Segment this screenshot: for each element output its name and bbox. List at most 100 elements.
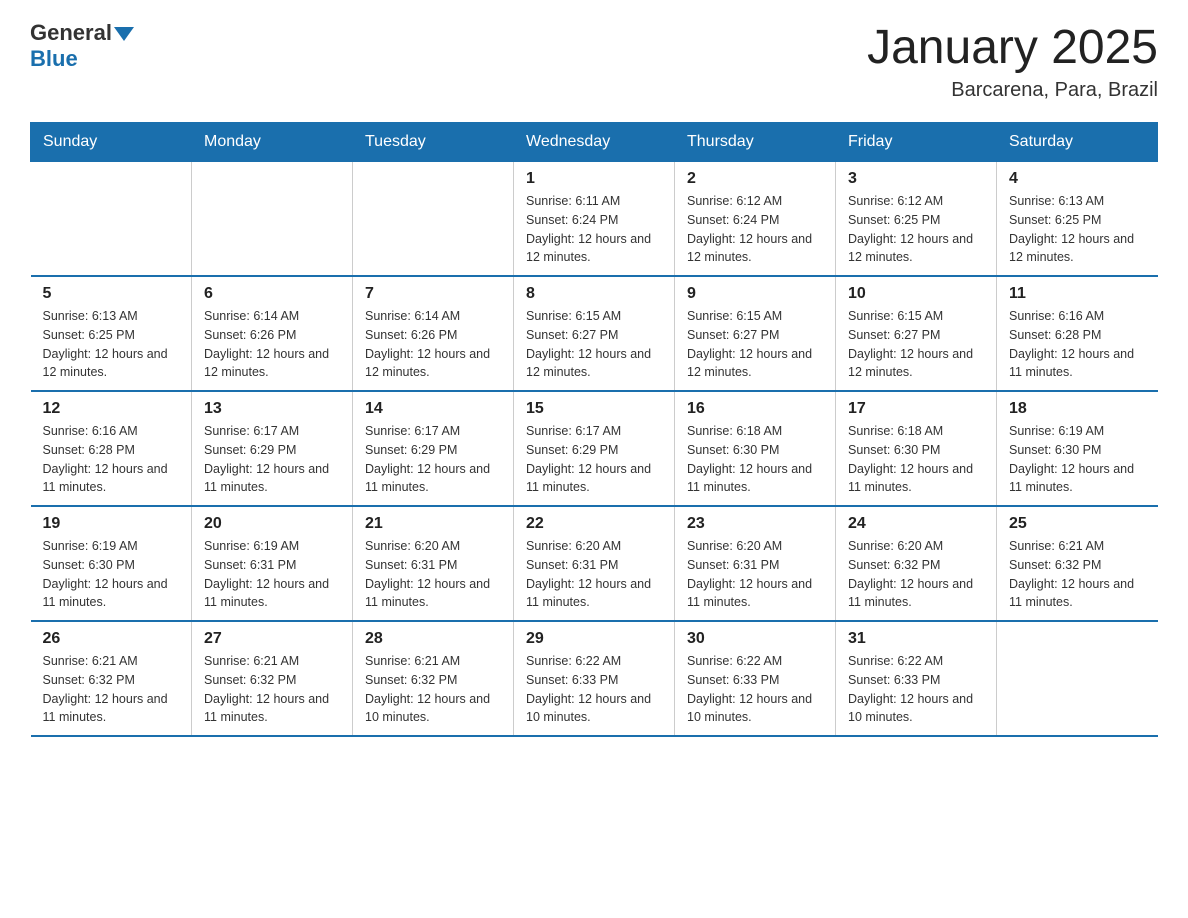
- table-row: 7 Sunrise: 6:14 AMSunset: 6:26 PMDaylight…: [353, 276, 514, 391]
- header-friday: Friday: [836, 123, 997, 162]
- day-number: 2: [687, 170, 823, 188]
- day-info: Sunrise: 6:22 AMSunset: 6:33 PMDaylight:…: [848, 652, 984, 727]
- table-row: 20 Sunrise: 6:19 AMSunset: 6:31 PMDayligh…: [192, 506, 353, 621]
- table-row: 13 Sunrise: 6:17 AMSunset: 6:29 PMDayligh…: [192, 391, 353, 506]
- table-row: [31, 162, 192, 277]
- day-number: 17: [848, 400, 984, 418]
- day-number: 9: [687, 285, 823, 303]
- table-row: 27 Sunrise: 6:21 AMSunset: 6:32 PMDayligh…: [192, 621, 353, 736]
- day-number: 22: [526, 515, 662, 533]
- day-number: 23: [687, 515, 823, 533]
- day-info: Sunrise: 6:13 AMSunset: 6:25 PMDaylight:…: [43, 307, 180, 382]
- day-info: Sunrise: 6:22 AMSunset: 6:33 PMDaylight:…: [687, 652, 823, 727]
- day-number: 14: [365, 400, 501, 418]
- table-row: 14Sunrise: 6:17 AMSunset: 6:29 PMDayligh…: [353, 391, 514, 506]
- day-info: Sunrise: 6:12 AMSunset: 6:25 PMDaylight:…: [848, 192, 984, 267]
- day-number: 31: [848, 630, 984, 648]
- day-info: Sunrise: 6:21 AMSunset: 6:32 PMDaylight:…: [1009, 537, 1146, 612]
- day-number: 18: [1009, 400, 1146, 418]
- table-row: 16 Sunrise: 6:18 AMSunset: 6:30 PMDayligh…: [675, 391, 836, 506]
- logo-blue-text: Blue: [30, 46, 134, 72]
- day-info: Sunrise: 6:20 AMSunset: 6:31 PMDaylight:…: [526, 537, 662, 612]
- calendar-week-row: 26Sunrise: 6:21 AMSunset: 6:32 PMDayligh…: [31, 621, 1158, 736]
- calendar-header-row: Sunday Monday Tuesday Wednesday Thursday…: [31, 123, 1158, 162]
- table-row: 11Sunrise: 6:16 AMSunset: 6:28 PMDayligh…: [997, 276, 1158, 391]
- day-number: 6: [204, 285, 340, 303]
- day-info: Sunrise: 6:14 AMSunset: 6:26 PMDaylight:…: [204, 307, 340, 382]
- logo-triangle-icon: [114, 27, 134, 41]
- day-info: Sunrise: 6:16 AMSunset: 6:28 PMDaylight:…: [43, 422, 180, 497]
- table-row: 19 Sunrise: 6:19 AMSunset: 6:30 PMDayligh…: [31, 506, 192, 621]
- table-row: 17 Sunrise: 6:18 AMSunset: 6:30 PMDayligh…: [836, 391, 997, 506]
- table-row: 18 Sunrise: 6:19 AMSunset: 6:30 PMDayligh…: [997, 391, 1158, 506]
- day-info: Sunrise: 6:18 AMSunset: 6:30 PMDaylight:…: [848, 422, 984, 497]
- day-info: Sunrise: 6:17 AMSunset: 6:29 PMDaylight:…: [204, 422, 340, 497]
- day-info: Sunrise: 6:20 AMSunset: 6:31 PMDaylight:…: [687, 537, 823, 612]
- table-row: 30 Sunrise: 6:22 AMSunset: 6:33 PMDayligh…: [675, 621, 836, 736]
- header-thursday: Thursday: [675, 123, 836, 162]
- table-row: 24Sunrise: 6:20 AMSunset: 6:32 PMDayligh…: [836, 506, 997, 621]
- day-number: 7: [365, 285, 501, 303]
- table-row: 3 Sunrise: 6:12 AMSunset: 6:25 PMDaylight…: [836, 162, 997, 277]
- day-info: Sunrise: 6:13 AMSunset: 6:25 PMDaylight:…: [1009, 192, 1146, 267]
- day-info: Sunrise: 6:18 AMSunset: 6:30 PMDaylight:…: [687, 422, 823, 497]
- calendar-table: Sunday Monday Tuesday Wednesday Thursday…: [30, 122, 1158, 737]
- day-info: Sunrise: 6:21 AMSunset: 6:32 PMDaylight:…: [204, 652, 340, 727]
- day-number: 20: [204, 515, 340, 533]
- table-row: 9 Sunrise: 6:15 AMSunset: 6:27 PMDaylight…: [675, 276, 836, 391]
- table-row: [353, 162, 514, 277]
- day-number: 27: [204, 630, 340, 648]
- day-info: Sunrise: 6:19 AMSunset: 6:30 PMDaylight:…: [43, 537, 180, 612]
- day-info: Sunrise: 6:14 AMSunset: 6:26 PMDaylight:…: [365, 307, 501, 382]
- table-row: 6 Sunrise: 6:14 AMSunset: 6:26 PMDaylight…: [192, 276, 353, 391]
- day-info: Sunrise: 6:19 AMSunset: 6:31 PMDaylight:…: [204, 537, 340, 612]
- calendar-week-row: 12Sunrise: 6:16 AMSunset: 6:28 PMDayligh…: [31, 391, 1158, 506]
- day-number: 1: [526, 170, 662, 188]
- location-text: Barcarena, Para, Brazil: [867, 79, 1158, 102]
- header-saturday: Saturday: [997, 123, 1158, 162]
- page-header: General Blue January 2025 Barcarena, Par…: [30, 20, 1158, 102]
- day-number: 10: [848, 285, 984, 303]
- table-row: 26Sunrise: 6:21 AMSunset: 6:32 PMDayligh…: [31, 621, 192, 736]
- table-row: 22 Sunrise: 6:20 AMSunset: 6:31 PMDayligh…: [514, 506, 675, 621]
- table-row: 10 Sunrise: 6:15 AMSunset: 6:27 PMDayligh…: [836, 276, 997, 391]
- table-row: 15Sunrise: 6:17 AMSunset: 6:29 PMDayligh…: [514, 391, 675, 506]
- day-number: 3: [848, 170, 984, 188]
- table-row: 23 Sunrise: 6:20 AMSunset: 6:31 PMDayligh…: [675, 506, 836, 621]
- day-number: 15: [526, 400, 662, 418]
- header-tuesday: Tuesday: [353, 123, 514, 162]
- header-sunday: Sunday: [31, 123, 192, 162]
- day-info: Sunrise: 6:19 AMSunset: 6:30 PMDaylight:…: [1009, 422, 1146, 497]
- day-number: 24: [848, 515, 984, 533]
- day-number: 4: [1009, 170, 1146, 188]
- day-info: Sunrise: 6:20 AMSunset: 6:31 PMDaylight:…: [365, 537, 501, 612]
- calendar-week-row: 19 Sunrise: 6:19 AMSunset: 6:30 PMDayligh…: [31, 506, 1158, 621]
- day-number: 5: [43, 285, 180, 303]
- table-row: 31 Sunrise: 6:22 AMSunset: 6:33 PMDayligh…: [836, 621, 997, 736]
- table-row: 29Sunrise: 6:22 AMSunset: 6:33 PMDayligh…: [514, 621, 675, 736]
- logo: General Blue: [30, 20, 134, 72]
- table-row: 28Sunrise: 6:21 AMSunset: 6:32 PMDayligh…: [353, 621, 514, 736]
- day-info: Sunrise: 6:15 AMSunset: 6:27 PMDaylight:…: [848, 307, 984, 382]
- table-row: 25Sunrise: 6:21 AMSunset: 6:32 PMDayligh…: [997, 506, 1158, 621]
- header-wednesday: Wednesday: [514, 123, 675, 162]
- day-info: Sunrise: 6:12 AMSunset: 6:24 PMDaylight:…: [687, 192, 823, 267]
- day-number: 30: [687, 630, 823, 648]
- table-row: 5 Sunrise: 6:13 AMSunset: 6:25 PMDaylight…: [31, 276, 192, 391]
- day-info: Sunrise: 6:21 AMSunset: 6:32 PMDaylight:…: [43, 652, 180, 727]
- day-info: Sunrise: 6:15 AMSunset: 6:27 PMDaylight:…: [687, 307, 823, 382]
- calendar-week-row: 5 Sunrise: 6:13 AMSunset: 6:25 PMDaylight…: [31, 276, 1158, 391]
- table-row: 1 Sunrise: 6:11 AMSunset: 6:24 PMDaylight…: [514, 162, 675, 277]
- day-info: Sunrise: 6:21 AMSunset: 6:32 PMDaylight:…: [365, 652, 501, 727]
- title-block: January 2025 Barcarena, Para, Brazil: [867, 20, 1158, 102]
- day-number: 13: [204, 400, 340, 418]
- day-number: 19: [43, 515, 180, 533]
- day-number: 8: [526, 285, 662, 303]
- day-info: Sunrise: 6:11 AMSunset: 6:24 PMDaylight:…: [526, 192, 662, 267]
- calendar-title: January 2025: [867, 20, 1158, 75]
- day-info: Sunrise: 6:15 AMSunset: 6:27 PMDaylight:…: [526, 307, 662, 382]
- table-row: [997, 621, 1158, 736]
- day-number: 16: [687, 400, 823, 418]
- table-row: 2 Sunrise: 6:12 AMSunset: 6:24 PMDaylight…: [675, 162, 836, 277]
- table-row: 21Sunrise: 6:20 AMSunset: 6:31 PMDayligh…: [353, 506, 514, 621]
